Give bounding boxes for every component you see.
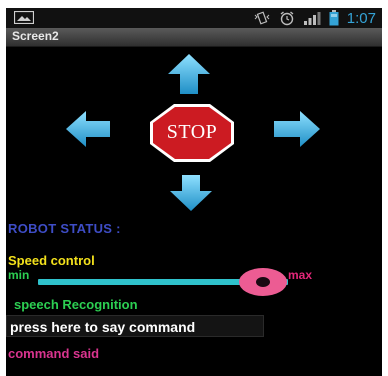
speed-slider-thumb[interactable] [239, 268, 287, 296]
screen-title: Screen2 [12, 29, 59, 43]
image-icon [14, 11, 34, 24]
vibrate-icon [254, 11, 270, 25]
status-icons: 1:07 [253, 9, 376, 27]
signal-icon [303, 12, 321, 25]
arrow-left-icon[interactable] [64, 109, 112, 149]
arrow-down-icon[interactable] [168, 173, 214, 213]
slider-max-label: max [288, 268, 313, 282]
title-bar: Screen2 [6, 28, 382, 47]
say-command-button[interactable]: press here to say command [6, 315, 264, 337]
app-screen: 1:07 Screen2 STOP ROBOT STATUS: Speed c… [6, 8, 382, 376]
battery-icon [329, 10, 339, 26]
arrow-up-icon[interactable] [166, 52, 212, 96]
robot-status-label: ROBOT STATUS : [8, 221, 121, 236]
arrow-right-icon[interactable] [272, 109, 322, 149]
speed-control-label: Speed control [8, 253, 95, 268]
command-said-label: command said [8, 346, 100, 361]
clock-time: 1:07 [346, 9, 376, 27]
slider-min-label: min [8, 268, 30, 282]
alarm-icon [280, 11, 294, 26]
speech-recognition-label: speech Recognition [14, 297, 138, 312]
slider-thumb-center [256, 277, 270, 287]
status-bar: 1:07 [6, 8, 382, 28]
stop-label: STOP [166, 121, 218, 143]
